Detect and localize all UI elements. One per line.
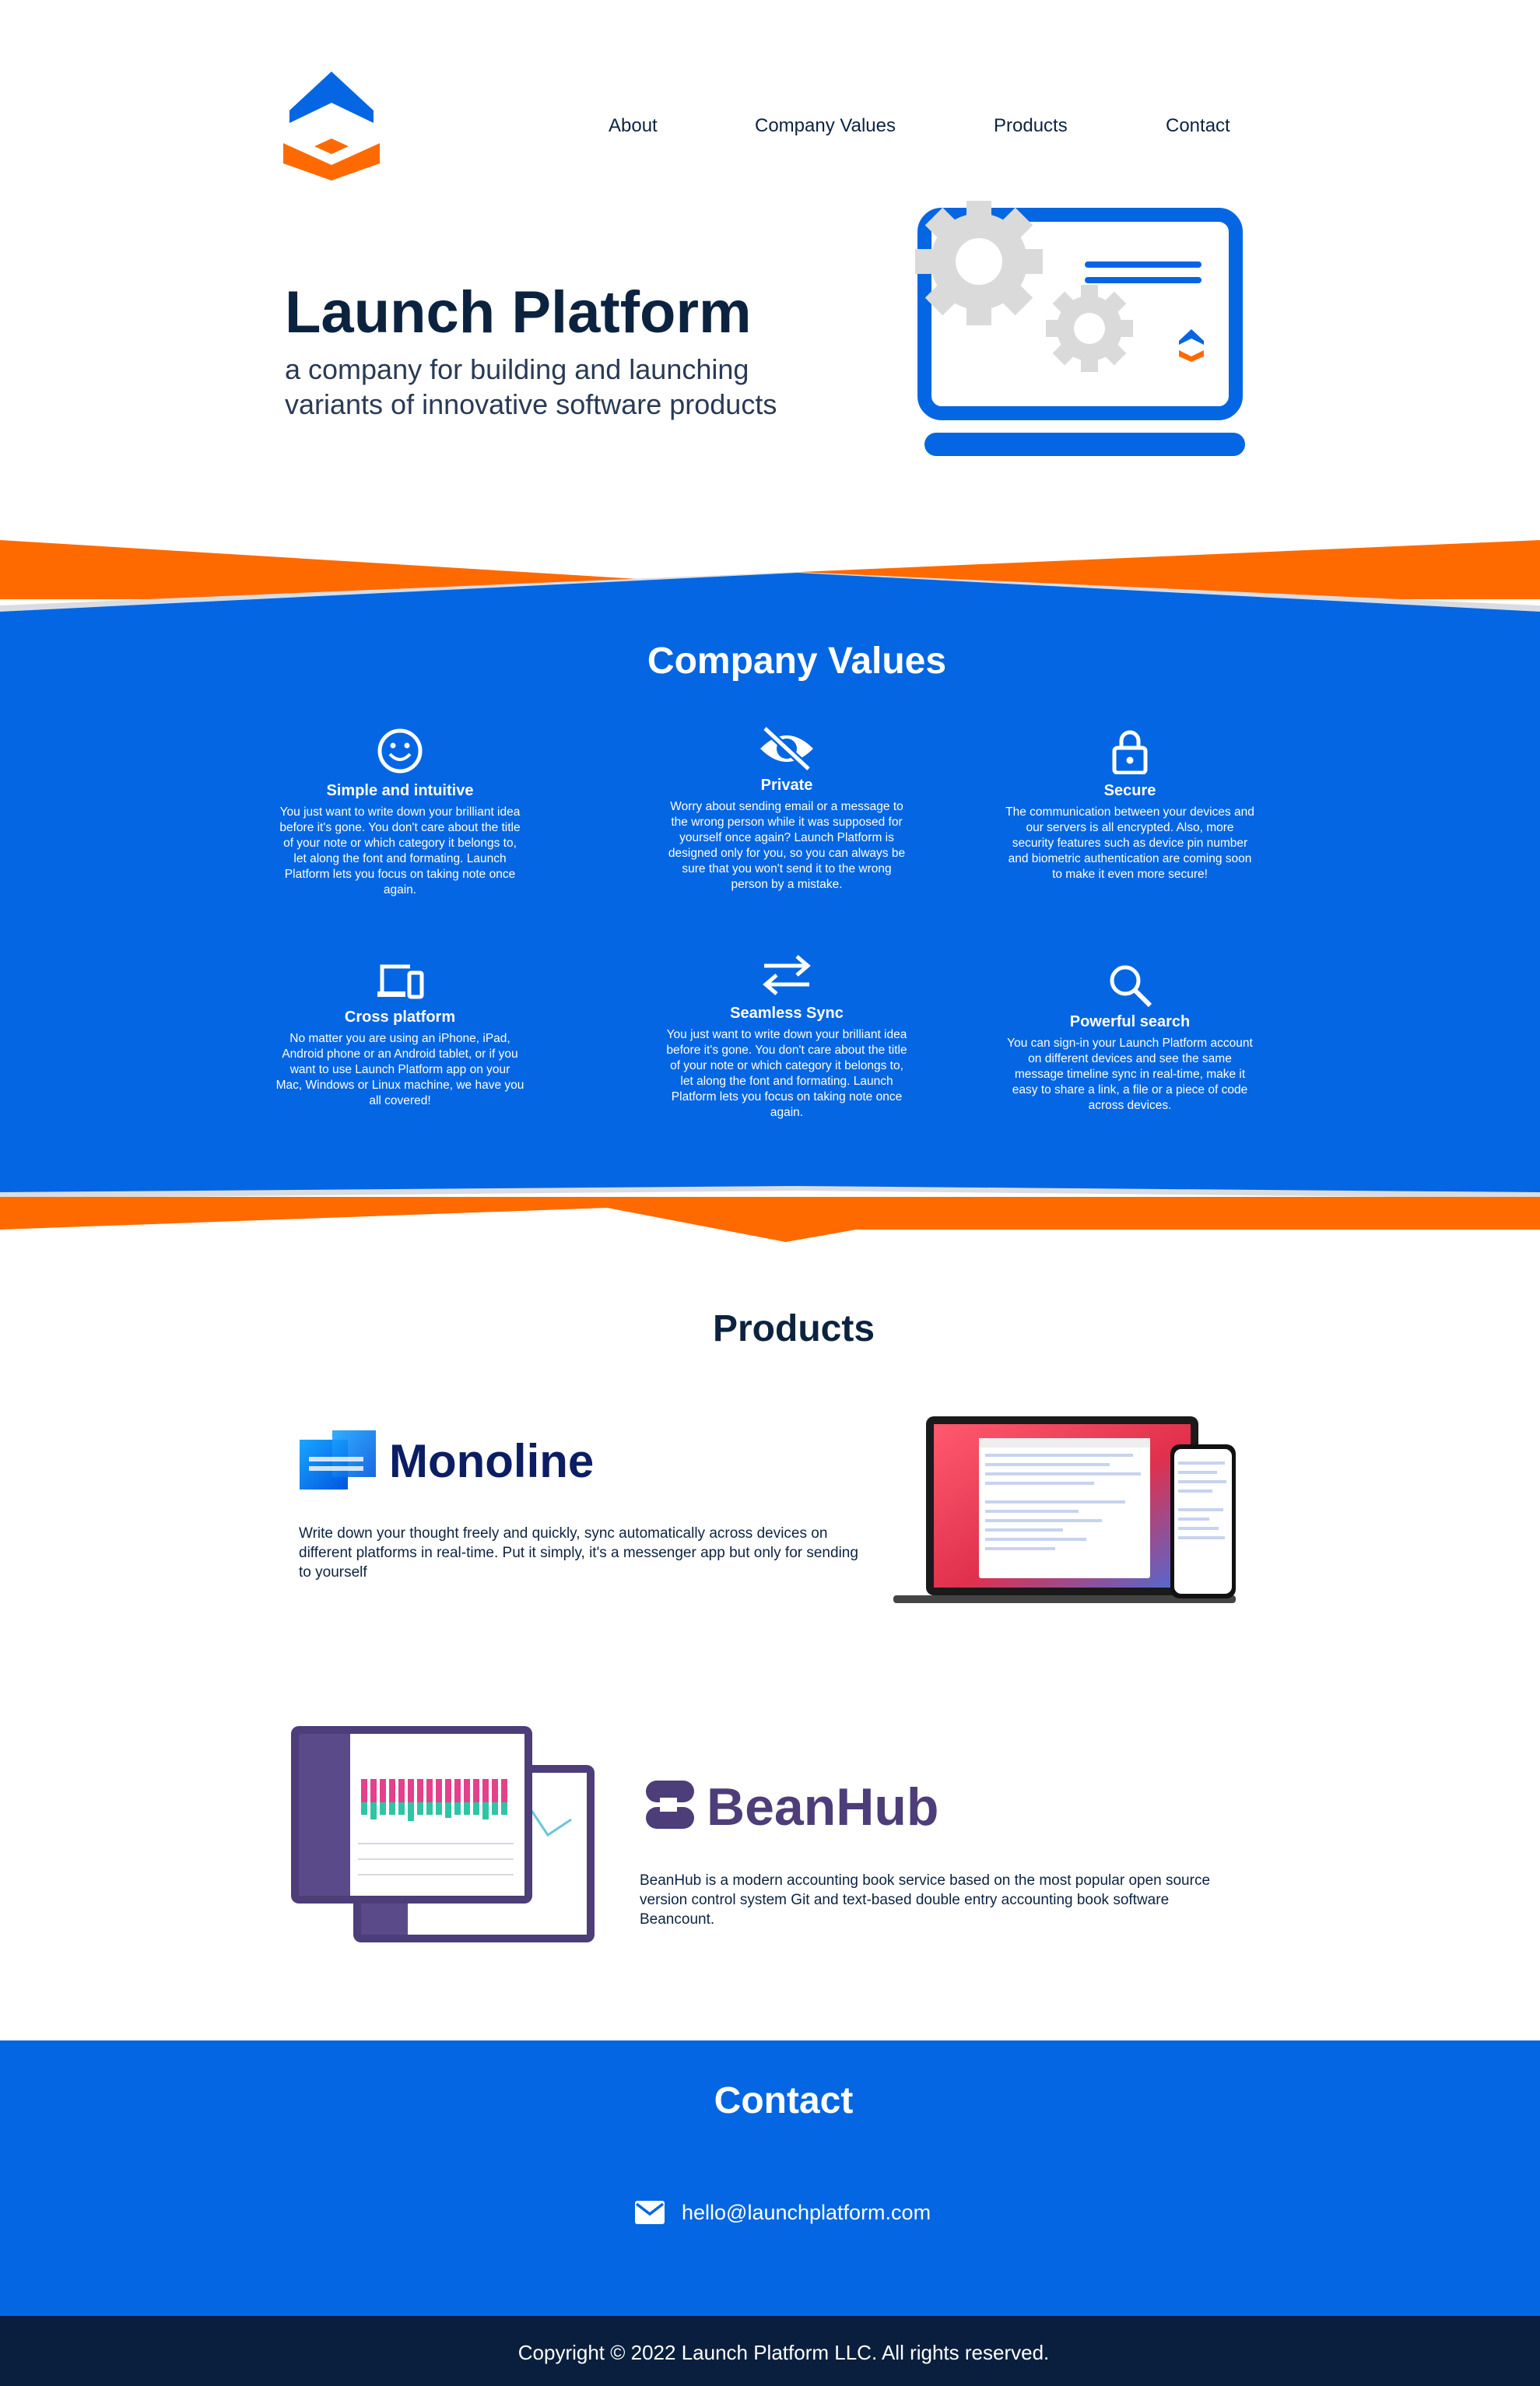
sync-arrows-icon <box>763 955 811 995</box>
value-private: Private Worry about sending email or a m… <box>662 725 911 893</box>
beanhub-description: BeanHub is a modern accounting book serv… <box>640 1872 1211 1928</box>
mail-icon <box>635 2201 665 2224</box>
value-seamless-sync: Seamless Sync You just want to write dow… <box>662 953 911 1121</box>
value-title: Private <box>760 777 813 794</box>
beanhub-dashboard-screenshot <box>291 1726 595 1942</box>
beanhub-name: BeanHub <box>707 1777 939 1837</box>
smiley-icon <box>377 728 423 774</box>
value-secure: Secure The communication between your de… <box>1005 728 1254 882</box>
value-text: No matter you are using an iPhone, iPad,… <box>275 1032 524 1107</box>
value-text: You can sign-in your Launch Platform acc… <box>1007 1037 1253 1112</box>
monoline-devices-screenshot <box>893 1416 1236 1603</box>
monoline-name: Monoline <box>389 1435 595 1487</box>
hero-subtitle: a company for building and launching var… <box>285 352 845 422</box>
devices-icon <box>377 964 424 999</box>
value-simple-intuitive: Simple and intuitive You just want to wr… <box>275 728 524 898</box>
nav-products[interactable]: Products <box>994 115 1068 137</box>
value-powerful-search: Powerful search You can sign-in your Lau… <box>1005 962 1254 1114</box>
value-text: Worry about sending email or a message t… <box>668 800 906 891</box>
eye-off-icon <box>760 725 813 772</box>
nav-about[interactable]: About <box>609 115 658 137</box>
launch-platform-logo[interactable] <box>283 72 380 181</box>
value-text: The communication between your devices a… <box>1005 805 1254 881</box>
hero-subtitle-line1: a company for building and launching <box>285 353 749 385</box>
beanhub-logo[interactable] <box>644 1781 696 1830</box>
products-title: Products <box>712 1308 875 1349</box>
value-title: Cross platform <box>344 1009 456 1026</box>
monoline-logo[interactable] <box>300 1430 377 1493</box>
value-title: Powerful search <box>1069 1013 1191 1030</box>
search-icon <box>1110 965 1152 1008</box>
contact-title: Contact <box>714 2080 854 2121</box>
laptop-gears-illustration <box>915 201 1245 456</box>
value-title: Seamless Sync <box>730 1005 844 1022</box>
value-text: You just want to write down your brillia… <box>666 1028 907 1119</box>
value-title: Simple and intuitive <box>326 782 474 799</box>
values-title: Company Values <box>647 640 947 682</box>
contact-email-link[interactable]: hello@launchplatform.com <box>682 2201 931 2225</box>
hero-subtitle-line2: variants of innovative software products <box>285 388 777 420</box>
nav-company-values[interactable]: Company Values <box>755 115 896 137</box>
value-title: Secure <box>1103 782 1156 799</box>
value-text: You just want to write down your brillia… <box>279 805 521 897</box>
monoline-description: Write down your thought freely and quick… <box>299 1525 858 1581</box>
hero-title: Launch Platform <box>285 279 752 346</box>
copyright-text: Copyright © 2022 Launch Platform LLC. Al… <box>517 2341 1050 2364</box>
value-cross-platform: Cross platform No matter you are using a… <box>275 962 524 1109</box>
nav-contact[interactable]: Contact <box>1166 115 1230 137</box>
lock-icon <box>1112 730 1148 774</box>
